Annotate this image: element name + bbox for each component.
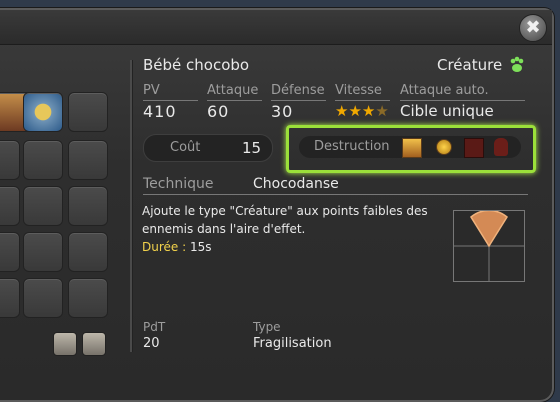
panel-divider — [130, 60, 133, 352]
card-name: Bébé chocobo — [143, 56, 250, 74]
card-slot[interactable] — [68, 278, 108, 318]
card-slot[interactable] — [68, 232, 108, 272]
auto-attack-label: Attaque auto. — [400, 83, 489, 98]
technique-label: Technique — [143, 176, 214, 192]
defense-label: Défense — [271, 83, 325, 98]
card-slot[interactable] — [0, 140, 20, 180]
card-slot[interactable] — [68, 92, 108, 132]
technique-description: Ajoute le type "Créature" aux points fai… — [142, 204, 428, 236]
technique-underline — [143, 194, 528, 195]
star-empty-icon: ★ — [375, 102, 389, 120]
duration: Durée : 15s — [142, 240, 212, 254]
card-slot[interactable] — [0, 278, 20, 318]
stat-underline — [207, 100, 262, 101]
speed-label: Vitesse — [335, 83, 382, 98]
pv-label: PV — [143, 83, 160, 98]
title-bar — [0, 10, 552, 45]
card-slot[interactable] — [23, 140, 63, 180]
coin-destruction-icon — [436, 139, 452, 155]
stat-underline — [400, 100, 525, 101]
destruction-row: Destruction — [299, 136, 521, 158]
card-slot[interactable] — [68, 140, 108, 180]
star-filled-icon: ★★★ — [335, 102, 376, 120]
type-label: Type — [253, 320, 281, 334]
destruction-highlight: Destruction — [286, 125, 536, 173]
figure-destruction-icon — [494, 138, 508, 156]
close-button[interactable]: ✖ — [519, 14, 547, 42]
defense-value: 30 — [271, 102, 294, 121]
technique-name: Chocodanse — [253, 176, 339, 192]
cost-value: 15 — [242, 139, 262, 157]
cross-destruction-icon — [464, 138, 484, 158]
stat-underline — [335, 100, 390, 101]
stat-underline — [143, 100, 198, 101]
destruction-label: Destruction — [314, 139, 390, 154]
attack-value: 60 — [207, 102, 230, 121]
sun-destruction-icon — [402, 138, 422, 158]
cost-box: Coût 15 — [143, 134, 273, 162]
sort-arrows-icon[interactable] — [53, 332, 77, 356]
pv-value: 410 — [143, 102, 177, 121]
card-slot[interactable] — [23, 232, 63, 272]
card-slot[interactable] — [0, 186, 20, 226]
figure-icon[interactable] — [82, 332, 106, 356]
card-slot[interactable] — [23, 186, 63, 226]
duration-label: Durée : — [142, 240, 187, 254]
stat-underline — [271, 100, 326, 101]
area-of-effect-diagram — [453, 209, 525, 282]
card-slot[interactable] — [0, 232, 20, 272]
cost-label: Coût — [170, 140, 201, 155]
card-category: Créature — [437, 56, 503, 74]
duration-value: 15s — [189, 240, 212, 254]
aoe-cone-icon — [470, 209, 508, 248]
card-slot[interactable] — [68, 186, 108, 226]
paw-icon — [508, 56, 526, 74]
pdt-value: 20 — [143, 336, 160, 351]
card-slot[interactable] — [23, 278, 63, 318]
speed-stars: ★★★★ — [335, 102, 389, 120]
pdt-label: PdT — [143, 320, 166, 334]
card-slot-sun-icon[interactable] — [23, 92, 63, 132]
auto-attack-value: Cible unique — [400, 102, 494, 120]
attack-label: Attaque — [207, 83, 259, 98]
type-value: Fragilisation — [253, 336, 332, 351]
